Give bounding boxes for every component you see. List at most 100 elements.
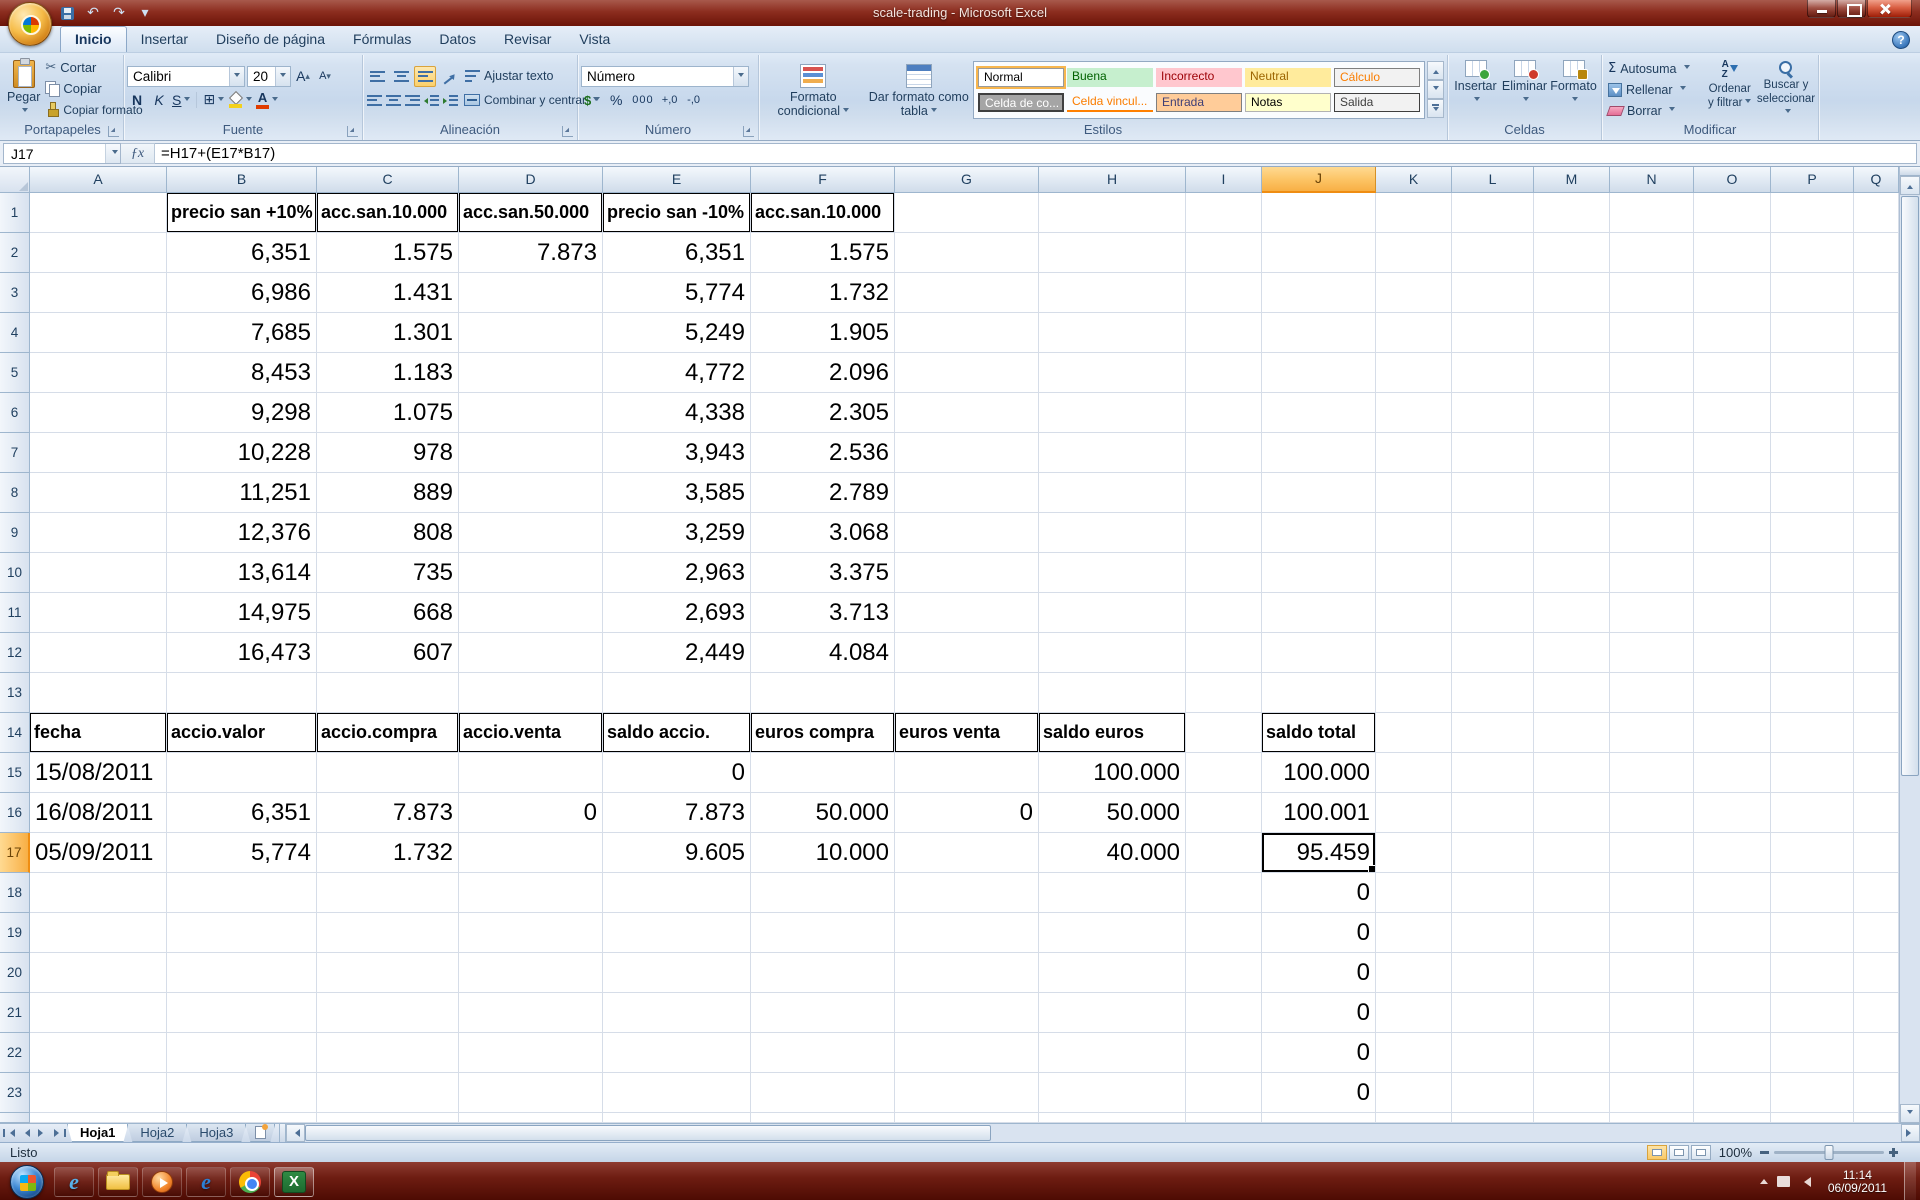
cell-H1[interactable] (1039, 193, 1186, 233)
scroll-right-button[interactable] (1901, 1124, 1920, 1142)
cell-M8[interactable] (1534, 473, 1610, 513)
cell-C15[interactable] (317, 753, 459, 793)
cell-O5[interactable] (1694, 353, 1771, 393)
cell-P13[interactable] (1771, 673, 1854, 713)
cell-M11[interactable] (1534, 593, 1610, 633)
minimize-button[interactable] (1807, 0, 1836, 18)
cell-P21[interactable] (1771, 993, 1854, 1033)
cell-P11[interactable] (1771, 593, 1854, 633)
row-header-12[interactable]: 12 (0, 633, 30, 673)
cell-F4[interactable]: 1.905 (751, 313, 895, 353)
cell-H17[interactable]: 40.000 (1039, 833, 1186, 873)
cell-N14[interactable] (1610, 713, 1694, 753)
taskbar-explorer-button[interactable] (98, 1167, 138, 1197)
cell-E17[interactable]: 9.605 (603, 833, 751, 873)
paste-button[interactable]: Pegar (5, 57, 42, 122)
cell-D3[interactable] (459, 273, 603, 313)
cell-H13[interactable] (1039, 673, 1186, 713)
cell-B7[interactable]: 10,228 (167, 433, 317, 473)
font-color-button[interactable]: A (255, 90, 279, 111)
cell-P1[interactable] (1771, 193, 1854, 233)
row-header-11[interactable]: 11 (0, 593, 30, 633)
cell-J15[interactable]: 100.000 (1262, 753, 1376, 793)
cell-L3[interactable] (1452, 273, 1534, 313)
cell-O18[interactable] (1694, 873, 1771, 913)
cell-J4[interactable] (1262, 313, 1376, 353)
cell-P6[interactable] (1771, 393, 1854, 433)
cell-L18[interactable] (1452, 873, 1534, 913)
cell-N17[interactable] (1610, 833, 1694, 873)
cell-Q16[interactable] (1854, 793, 1899, 833)
cell-J17[interactable]: 95.459 (1262, 833, 1376, 873)
cell-P23[interactable] (1771, 1073, 1854, 1113)
cell-D22[interactable] (459, 1033, 603, 1073)
cell-E14[interactable]: saldo accio. (603, 713, 751, 753)
cell-P12[interactable] (1771, 633, 1854, 673)
cell-C11[interactable]: 668 (317, 593, 459, 633)
align-bottom-button[interactable] (414, 66, 436, 87)
cell-Q5[interactable] (1854, 353, 1899, 393)
tray-app-icon[interactable] (1777, 1176, 1790, 1187)
cell-F21[interactable] (751, 993, 895, 1033)
cell-M6[interactable] (1534, 393, 1610, 433)
cell-M9[interactable] (1534, 513, 1610, 553)
cell-B11[interactable]: 14,975 (167, 593, 317, 633)
cell-A-filler[interactable] (30, 1113, 167, 1123)
cell-I6[interactable] (1186, 393, 1262, 433)
cell-A22[interactable] (30, 1033, 167, 1073)
cell-O11[interactable] (1694, 593, 1771, 633)
cell-F2[interactable]: 1.575 (751, 233, 895, 273)
cell-O21[interactable] (1694, 993, 1771, 1033)
cell-H23[interactable] (1039, 1073, 1186, 1113)
cell-D1[interactable]: acc.san.50.000 (459, 193, 603, 233)
normal-view-button[interactable] (1647, 1145, 1667, 1160)
cell-P9[interactable] (1771, 513, 1854, 553)
accounting-format-button[interactable]: $ (581, 90, 603, 111)
cell-L10[interactable] (1452, 553, 1534, 593)
taskbar-chrome-button[interactable] (230, 1167, 270, 1197)
style-notas[interactable]: Notas (1245, 93, 1331, 112)
row-header-20[interactable]: 20 (0, 953, 30, 993)
cell-C1[interactable]: acc.san.10.000 (317, 193, 459, 233)
cell-A18[interactable] (30, 873, 167, 913)
cell-O1[interactable] (1694, 193, 1771, 233)
cell-F22[interactable] (751, 1033, 895, 1073)
cell-E3[interactable]: 5,774 (603, 273, 751, 313)
cell-H11[interactable] (1039, 593, 1186, 633)
cell-I1[interactable] (1186, 193, 1262, 233)
cell-M18[interactable] (1534, 873, 1610, 913)
cell-K10[interactable] (1376, 553, 1452, 593)
cell-H2[interactable] (1039, 233, 1186, 273)
cell-I-filler[interactable] (1186, 1113, 1262, 1123)
cell-D20[interactable] (459, 953, 603, 993)
cell-A21[interactable] (30, 993, 167, 1033)
cell-O16[interactable] (1694, 793, 1771, 833)
cell-B6[interactable]: 9,298 (167, 393, 317, 433)
cell-Q23[interactable] (1854, 1073, 1899, 1113)
tab-datos[interactable]: Datos (425, 27, 490, 52)
style-normal[interactable]: Normal (978, 68, 1064, 87)
cell-A10[interactable] (30, 553, 167, 593)
cell-K16[interactable] (1376, 793, 1452, 833)
cell-K11[interactable] (1376, 593, 1452, 633)
column-header-F[interactable]: F (751, 167, 895, 193)
redo-button[interactable]: ↷ (110, 4, 128, 22)
cell-P18[interactable] (1771, 873, 1854, 913)
cell-J6[interactable] (1262, 393, 1376, 433)
cell-G18[interactable] (895, 873, 1039, 913)
cell-Q13[interactable] (1854, 673, 1899, 713)
cell-M21[interactable] (1534, 993, 1610, 1033)
cell-J13[interactable] (1262, 673, 1376, 713)
cell-H-filler[interactable] (1039, 1113, 1186, 1123)
shrink-font-button[interactable]: A▾ (315, 66, 335, 87)
cell-Q20[interactable] (1854, 953, 1899, 993)
gallery-scroll-up-button[interactable] (1427, 61, 1444, 80)
cell-G1[interactable] (895, 193, 1039, 233)
tray-expand-icon[interactable] (1760, 1175, 1768, 1184)
cell-P15[interactable] (1771, 753, 1854, 793)
scroll-left-button[interactable] (286, 1124, 305, 1142)
cell-G23[interactable] (895, 1073, 1039, 1113)
cell-H22[interactable] (1039, 1033, 1186, 1073)
cell-K4[interactable] (1376, 313, 1452, 353)
cell-E15[interactable]: 0 (603, 753, 751, 793)
